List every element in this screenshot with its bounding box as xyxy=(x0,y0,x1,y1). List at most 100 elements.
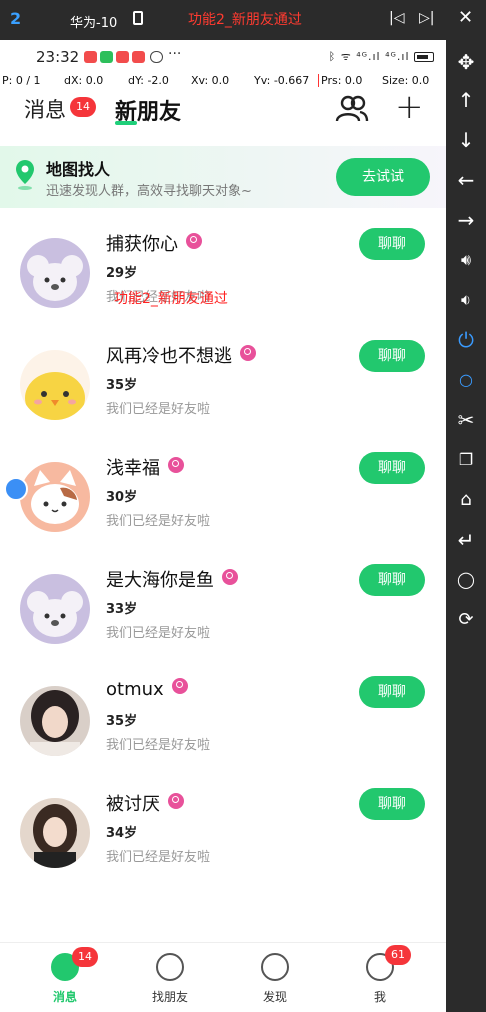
cat-avatar[interactable] xyxy=(20,462,90,532)
floating-assistant-icon[interactable] xyxy=(4,477,28,501)
status-bar: 23:32 ··· ᛒ ᯤ ⁴ᴳ.ıl ⁴ᴳ.ıl xyxy=(0,40,446,72)
friend-name: 风再冷也不想逃 xyxy=(106,342,256,368)
power-icon[interactable]: ⏻ xyxy=(454,328,478,352)
arrow-right-icon[interactable]: → xyxy=(454,208,478,232)
nav-me-badge: 61 xyxy=(385,945,411,965)
skip-forward-icon[interactable]: ▷| xyxy=(419,10,434,26)
bulb-icon[interactable]: ○ xyxy=(454,368,478,392)
lock-icon[interactable] xyxy=(133,11,143,25)
photo-avatar[interactable] xyxy=(20,686,90,756)
friend-name: otmux xyxy=(106,678,188,700)
gender-female-icon xyxy=(171,678,188,694)
gender-female-icon xyxy=(240,345,256,361)
more-icon: ··· xyxy=(168,46,182,62)
tab-active-indicator xyxy=(115,121,137,125)
map-pin-icon xyxy=(16,160,34,190)
nav-find-friends[interactable]: 找朋友 xyxy=(125,943,215,1012)
friend-status: 我们已经是好友啦 xyxy=(106,850,211,865)
copy-icon[interactable]: ❐ xyxy=(454,448,478,472)
friend-row[interactable]: 捕获你心 29岁 我们已经是好友啦 聊聊 xyxy=(0,216,446,328)
notification-icon xyxy=(132,51,145,63)
volume-down-icon[interactable]: 🔉︎ xyxy=(454,288,478,312)
gender-female-icon xyxy=(168,793,184,809)
friend-status: 我们已经是好友啦 xyxy=(106,402,211,417)
friend-status: 我们已经是好友啦 xyxy=(106,626,211,641)
message-icon[interactable]: ◯ xyxy=(454,568,478,592)
banner-subtitle: 迅速发现人群，高效寻找聊天对象~ xyxy=(46,184,252,199)
friend-name: 浅幸福 xyxy=(106,454,184,480)
add-icon[interactable]: + xyxy=(395,90,424,124)
nav-me[interactable]: 61 我 xyxy=(335,943,425,1012)
friend-row[interactable]: 被讨厌 34岁 我们已经是好友啦 聊聊 xyxy=(0,776,446,888)
chat-button[interactable]: 聊聊 xyxy=(359,564,425,596)
gender-female-icon xyxy=(222,569,238,585)
friend-name: 捕获你心 xyxy=(106,230,202,256)
rotate-icon[interactable]: ⟳ xyxy=(454,608,478,632)
paw-icon[interactable]: ✥ xyxy=(454,50,478,74)
close-icon[interactable]: ✕ xyxy=(458,7,473,28)
friend-name: 被讨厌 xyxy=(106,790,184,816)
window-title: 功能2_新朋友通过 xyxy=(188,12,302,28)
messages-badge: 14 xyxy=(70,97,96,117)
koala-avatar[interactable] xyxy=(20,574,90,644)
battery-icon xyxy=(414,52,434,62)
chat-button[interactable]: 聊聊 xyxy=(359,788,425,820)
tab-messages[interactable]: 消息 xyxy=(24,94,66,124)
nav-discover-label: 发现 xyxy=(262,990,287,1004)
hi-icon xyxy=(156,953,184,981)
nav-messages[interactable]: 14 消息 xyxy=(20,943,110,1012)
arrow-up-icon[interactable]: ↑ xyxy=(454,88,478,112)
friend-age: 35岁 xyxy=(106,714,138,729)
nav-messages-label: 消息 xyxy=(52,990,77,1004)
notification-icon xyxy=(84,51,97,63)
friend-status: 我们已经是好友啦 xyxy=(106,738,211,753)
scissors-icon[interactable]: ✂ xyxy=(454,408,478,432)
phone-screen: 23:32 ··· ᛒ ᯤ ⁴ᴳ.ıl ⁴ᴳ.ıl P: 0 / 1 dX: 0… xyxy=(0,40,446,1012)
friend-row[interactable]: 是大海你是鱼 33岁 我们已经是好友啦 聊聊 xyxy=(0,552,446,664)
friend-name: 是大海你是鱼 xyxy=(106,566,238,592)
status-indicators: ᛒ ᯤ ⁴ᴳ.ıl ⁴ᴳ.ıl xyxy=(329,49,434,64)
friend-row[interactable]: 浅幸福 30岁 我们已经是好友啦 聊聊 xyxy=(0,440,446,552)
cloud-icon xyxy=(150,51,163,63)
compass-icon xyxy=(261,953,289,981)
chat-button[interactable]: 聊聊 xyxy=(359,228,425,260)
friend-status: 我们已经是好友啦 xyxy=(106,514,211,529)
friend-age: 35岁 xyxy=(106,378,138,393)
friend-row[interactable]: otmux 35岁 我们已经是好友啦 聊聊 xyxy=(0,664,446,776)
emulator-title-bar: 2 华为-10 功能2_新朋友通过 |◁ ▷| ✕ xyxy=(0,0,486,40)
banner-title: 地图找人 xyxy=(46,160,111,179)
map-finder-banner[interactable]: 地图找人 迅速发现人群，高效寻找聊天对象~ 去试试 xyxy=(0,146,446,208)
koala-avatar[interactable] xyxy=(20,238,90,308)
skip-back-icon[interactable]: |◁ xyxy=(389,10,404,26)
contacts-icon[interactable] xyxy=(334,94,370,124)
chat-button[interactable]: 聊聊 xyxy=(359,340,425,372)
friend-row[interactable]: 风再冷也不想逃 35岁 我们已经是好友啦 聊聊 xyxy=(0,328,446,440)
volume-up-icon[interactable]: 🔊︎ xyxy=(454,248,478,272)
bottom-navigation: 14 消息 找朋友 发现 61 我 xyxy=(0,942,446,1012)
home-icon[interactable]: ⌂ xyxy=(454,488,478,512)
notification-icon xyxy=(116,51,129,63)
device-name: 华为-10 xyxy=(70,16,118,31)
return-icon[interactable]: ↵ xyxy=(454,528,478,552)
emulator-toolbar: ✥ ↑ ↓ ← → 🔊︎ 🔉︎ ⏻ ○ ✂ ❐ ⌂ ↵ ◯ ⟳ xyxy=(446,40,486,1012)
overlay-label: 功能2_新朋友通过 xyxy=(114,291,228,307)
photo-avatar[interactable] xyxy=(20,798,90,868)
arrow-down-icon[interactable]: ↓ xyxy=(454,128,478,152)
nav-messages-badge: 14 xyxy=(72,947,98,967)
arrow-left-icon[interactable]: ← xyxy=(454,168,478,192)
chick-avatar[interactable] xyxy=(20,350,90,420)
nav-me-label: 我 xyxy=(373,990,386,1004)
try-button[interactable]: 去试试 xyxy=(336,158,430,196)
gender-female-icon xyxy=(186,233,202,249)
nav-find-friends-label: 找朋友 xyxy=(151,990,188,1004)
window-number: 2 xyxy=(10,9,22,28)
friend-age: 29岁 xyxy=(106,266,138,281)
friend-age: 34岁 xyxy=(106,826,138,841)
clock: 23:32 xyxy=(36,48,80,66)
pointer-debug-overlay: P: 0 / 1 dX: 0.0 dY: -2.0 Xv: 0.0 Yv: -0… xyxy=(2,74,430,87)
chat-button[interactable]: 聊聊 xyxy=(359,452,425,484)
nav-discover[interactable]: 发现 xyxy=(230,943,320,1012)
chat-button[interactable]: 聊聊 xyxy=(359,676,425,708)
top-header: 消息 14 新朋友 + xyxy=(0,90,446,138)
gender-female-icon xyxy=(168,457,184,473)
